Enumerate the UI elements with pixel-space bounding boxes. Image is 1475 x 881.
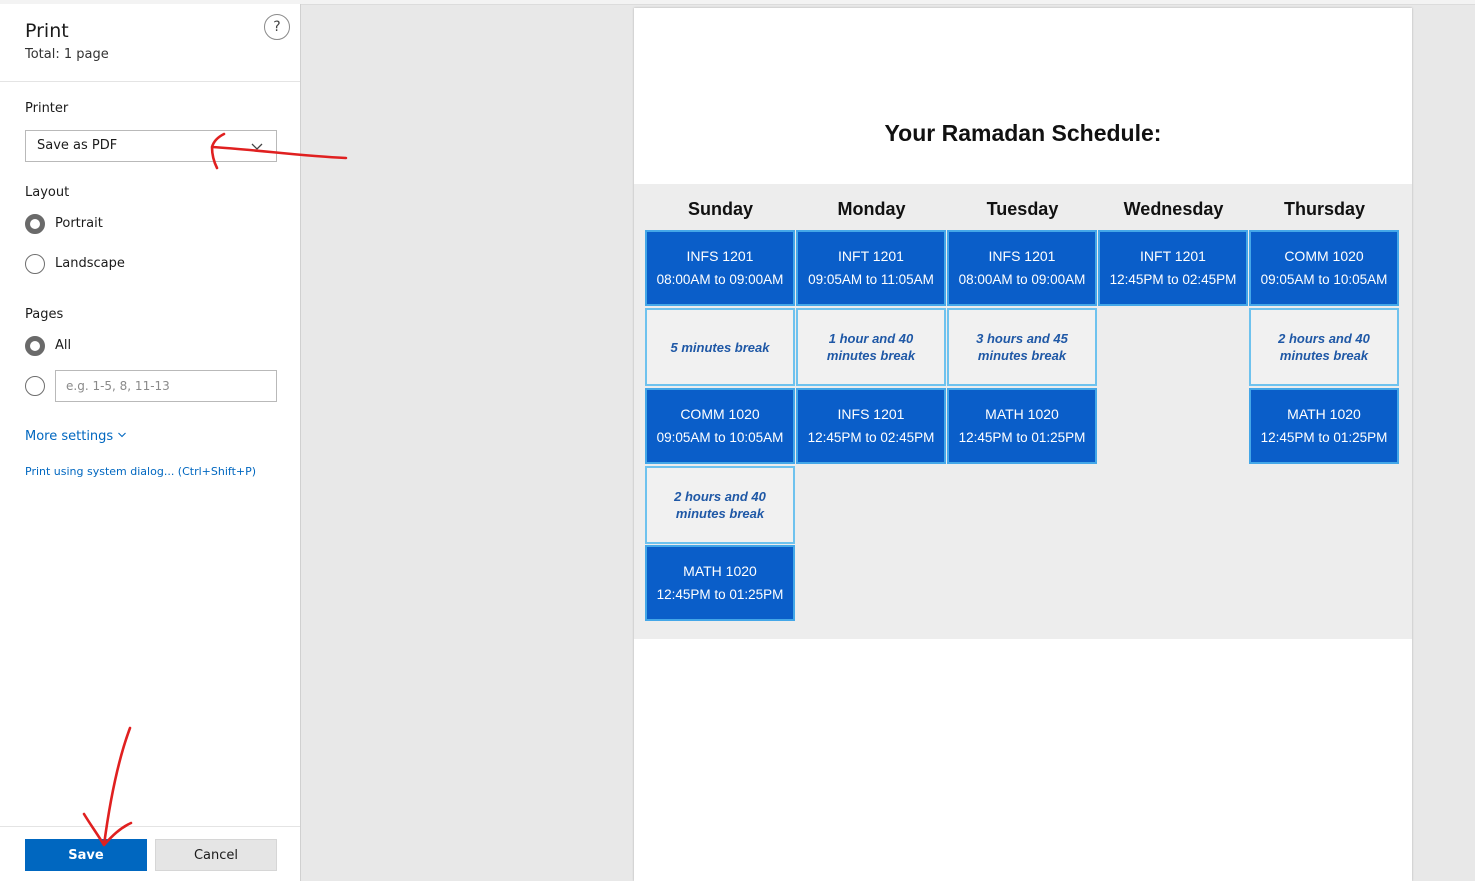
class-block: COMM 1020 09:05AM to 10:05AM (1249, 230, 1399, 306)
class-time: 09:05AM to 11:05AM (808, 272, 934, 287)
day-header-wednesday: Wednesday (1123, 199, 1224, 219)
radio-pages-custom[interactable] (25, 376, 45, 396)
class-block: MATH 1020 12:45PM to 01:25PM (645, 545, 795, 621)
printer-select[interactable]: Save as PDF (25, 130, 277, 162)
break-block: 3 hours and 45 minutes break (947, 308, 1097, 386)
class-time: 12:45PM to 01:25PM (1260, 430, 1388, 445)
header-divider (0, 81, 300, 82)
day-header-tuesday: Tuesday (986, 199, 1059, 219)
pages-label: Pages (25, 307, 64, 322)
layout-label: Layout (25, 185, 70, 200)
class-block: INFS 1201 08:00AM to 09:00AM (947, 230, 1097, 306)
class-code: MATH 1020 (1287, 406, 1361, 422)
radio-pages-all-label: All (55, 338, 72, 353)
class-code: MATH 1020 (985, 406, 1059, 422)
page-count: Total: 1 page (25, 47, 109, 62)
class-time: 12:45PM to 02:45PM (807, 430, 935, 445)
class-time: 08:00AM to 09:00AM (958, 272, 1086, 287)
class-time: 12:45PM to 02:45PM (1109, 272, 1237, 287)
radio-portrait-label: Portrait (55, 216, 103, 231)
chevron-down-icon (251, 143, 263, 150)
class-block: INFT 1201 09:05AM to 11:05AM (796, 230, 946, 306)
class-block: INFS 1201 12:45PM to 02:45PM (796, 388, 946, 464)
break-block: 5 minutes break (645, 308, 795, 386)
print-settings-panel: Print Total: 1 page ? Printer Save as PD… (0, 4, 301, 881)
print-preview-page: Your Ramadan Schedule: Sunday Monday Tue… (634, 8, 1412, 881)
radio-landscape[interactable] (25, 254, 45, 274)
class-code: INFS 1201 (837, 406, 905, 422)
class-code: INFT 1201 (1140, 248, 1206, 264)
class-code: INFT 1201 (838, 248, 904, 264)
class-time: 08:00AM to 09:00AM (656, 272, 784, 287)
system-dialog-link[interactable]: Print using system dialog... (Ctrl+Shift… (25, 465, 256, 478)
class-block: MATH 1020 12:45PM to 01:25PM (1249, 388, 1399, 464)
class-time: 12:45PM to 01:25PM (656, 587, 784, 602)
day-header-thursday: Thursday (1283, 199, 1366, 219)
printer-selected-value: Save as PDF (37, 138, 118, 153)
radio-landscape-label: Landscape (55, 256, 125, 271)
page-range-input[interactable] (55, 370, 277, 402)
class-code: COMM 1020 (680, 406, 760, 422)
more-settings-label: More settings (25, 429, 114, 444)
radio-portrait[interactable] (25, 214, 45, 234)
day-header-sunday: Sunday (687, 199, 753, 219)
class-block: INFT 1201 12:45PM to 02:45PM (1098, 230, 1248, 306)
break-block: 2 hours and 40 minutes break (1249, 308, 1399, 386)
class-time: 12:45PM to 01:25PM (958, 430, 1086, 445)
chevron-down-icon (118, 432, 127, 438)
class-block: INFS 1201 08:00AM to 09:00AM (645, 230, 795, 306)
more-settings-link[interactable]: More settings (25, 429, 127, 444)
help-icon[interactable]: ? (264, 14, 290, 40)
save-button[interactable]: Save (25, 839, 147, 871)
class-time: 09:05AM to 10:05AM (656, 430, 784, 445)
class-code: INFS 1201 (686, 248, 754, 264)
class-block: MATH 1020 12:45PM to 01:25PM (947, 388, 1097, 464)
day-header-monday: Monday (837, 199, 906, 219)
class-code: MATH 1020 (683, 563, 757, 579)
printer-label: Printer (25, 101, 69, 116)
break-block: 2 hours and 40 minutes break (645, 466, 795, 544)
radio-pages-all[interactable] (25, 336, 45, 356)
class-code: INFS 1201 (988, 248, 1056, 264)
footer-divider (0, 826, 300, 827)
schedule-title: Your Ramadan Schedule: (884, 120, 1162, 146)
break-block: 1 hour and 40 minutes break (796, 308, 946, 386)
cancel-button[interactable]: Cancel (155, 839, 277, 871)
dialog-title: Print (25, 20, 69, 42)
class-block: COMM 1020 09:05AM to 10:05AM (645, 388, 795, 464)
class-time: 09:05AM to 10:05AM (1260, 272, 1388, 287)
class-code: COMM 1020 (1284, 248, 1364, 264)
